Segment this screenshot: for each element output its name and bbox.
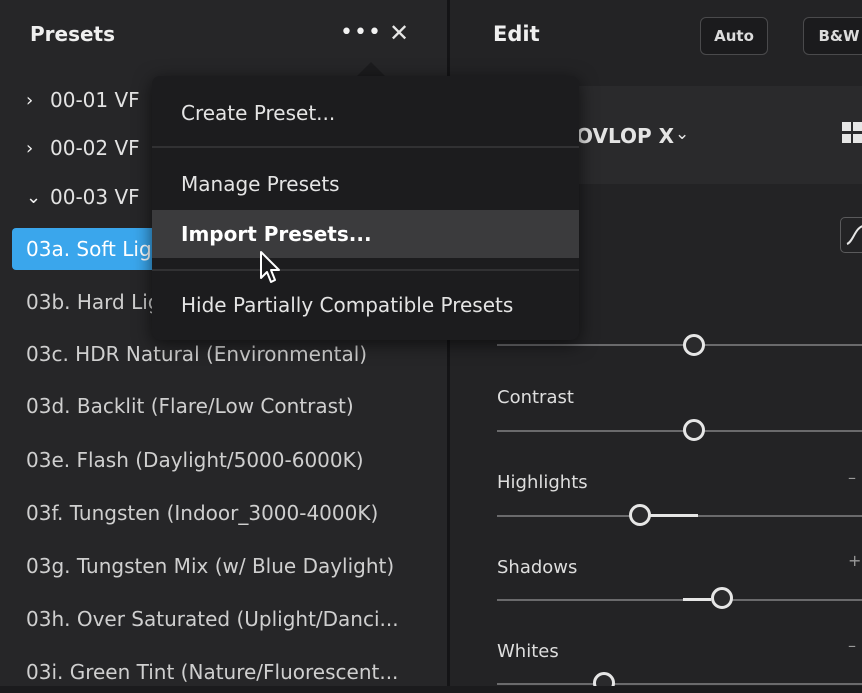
shadows-slider-thumb[interactable]: [711, 587, 733, 609]
bw-button[interactable]: B&W: [803, 17, 862, 55]
preset-item-over-saturated[interactable]: 03h. Over Saturated (Uplight/Danci...: [12, 598, 399, 640]
preset-group-label: 00-01 VF: [50, 88, 140, 112]
chevron-right-icon: ›: [26, 89, 34, 111]
profile-browser-grid-icon[interactable]: [842, 122, 862, 148]
menu-separator: [152, 269, 579, 271]
menu-item-hide-partially-compatible[interactable]: Hide Partially Compatible Presets: [152, 281, 579, 329]
contrast-label: Contrast: [497, 387, 574, 408]
contrast-track: [497, 430, 862, 432]
menu-separator: [152, 146, 579, 148]
shadows-fill: [683, 598, 711, 601]
preset-item-tungsten[interactable]: 03f. Tungsten (Indoor_3000-4000K): [12, 492, 378, 534]
menu-item-import-presets[interactable]: Import Presets...: [152, 210, 579, 258]
shadows-label: Shadows: [497, 557, 578, 578]
preset-group-label: 00-03 VF: [50, 185, 140, 209]
whites-track: [497, 683, 862, 685]
edit-title: Edit: [493, 22, 540, 46]
tone-curve-icon[interactable]: [840, 217, 862, 253]
preset-item-green-tint[interactable]: 03i. Green Tint (Nature/Fluorescent...: [12, 651, 398, 693]
mouse-pointer-icon: [260, 251, 280, 283]
shadows-track: [497, 599, 862, 601]
preset-item-hard-light[interactable]: 03b. Hard Lig: [12, 281, 160, 323]
preset-group-label: 00-02 VF: [50, 136, 140, 160]
menu-item-create-preset[interactable]: Create Preset...: [152, 89, 579, 137]
menu-item-manage-presets[interactable]: Manage Presets: [152, 160, 579, 208]
whites-slider-thumb[interactable]: [593, 672, 615, 686]
menu-caret: [357, 62, 385, 76]
highlights-label: Highlights: [497, 472, 588, 493]
close-icon[interactable]: ✕: [389, 19, 409, 47]
preset-item-tungsten-mix[interactable]: 03g. Tungsten Mix (w/ Blue Daylight): [12, 545, 394, 587]
presets-title: Presets: [30, 22, 116, 46]
preset-group-0003[interactable]: ⌄ 00-03 VF: [26, 177, 140, 217]
minus-mark: –: [848, 636, 856, 655]
profile-selector[interactable]: OVLOP X: [576, 124, 674, 148]
preset-item-flash[interactable]: 03e. Flash (Daylight/5000-6000K): [12, 439, 364, 481]
presets-context-menu: Create Preset... Manage Presets Import P…: [152, 76, 579, 340]
exposure-slider-thumb[interactable]: [683, 334, 705, 356]
plus-mark: +: [848, 551, 862, 570]
chevron-down-icon: ⌄: [26, 186, 42, 208]
preset-group-0001[interactable]: › 00-01 VF: [26, 80, 140, 120]
minus-mark: –: [848, 468, 856, 487]
chevron-right-icon: ›: [26, 137, 34, 159]
slider-track: [497, 344, 862, 346]
whites-label: Whites: [497, 641, 559, 662]
chevron-down-icon: ⌄: [675, 124, 690, 144]
auto-button[interactable]: Auto: [700, 17, 768, 55]
contrast-slider-thumb[interactable]: [683, 419, 705, 441]
preset-item-backlit[interactable]: 03d. Backlit (Flare/Low Contrast): [12, 385, 354, 427]
highlights-fill: [650, 514, 698, 517]
preset-group-0002[interactable]: › 00-02 VF: [26, 128, 140, 168]
highlights-slider-thumb[interactable]: [629, 504, 651, 526]
more-options-icon[interactable]: •••: [340, 20, 382, 45]
